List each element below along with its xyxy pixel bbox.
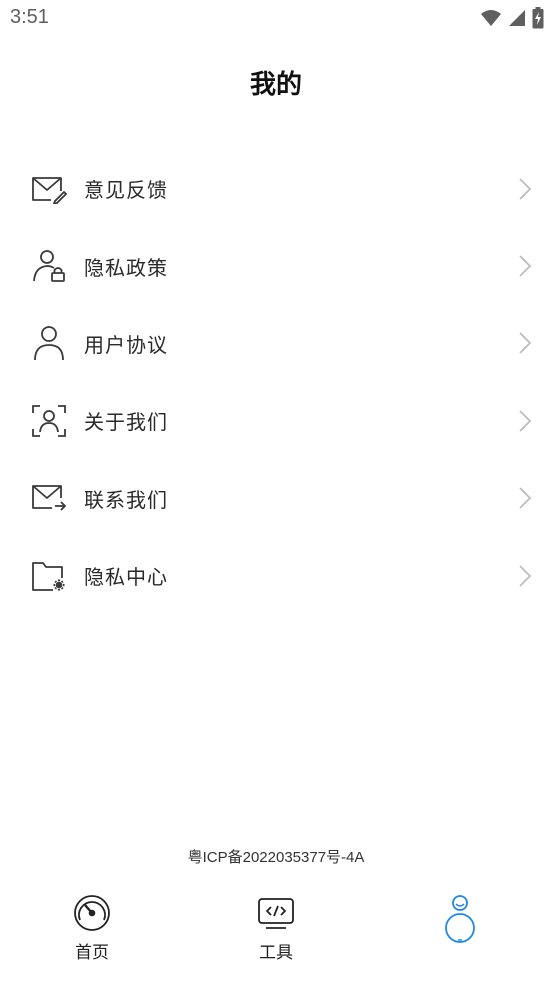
chevron-right-icon [519,410,532,432]
user-lock-icon [30,247,68,285]
tab-profile[interactable] [400,893,520,973]
battery-charging-icon [532,7,544,33]
profile-active-icon [440,893,480,949]
menu-label: 关于我们 [84,410,168,435]
menu-label: 隐私政策 [84,255,168,280]
chevron-right-icon [519,255,532,277]
menu-label: 用户协议 [84,332,168,357]
menu-item-user-agreement[interactable]: 用户协议 [0,305,552,382]
signal-icon [508,8,526,32]
chevron-right-icon [519,332,532,355]
menu-item-privacy-center[interactable]: 隐私中心 [0,537,552,614]
menu-item-feedback[interactable]: 意见反馈 [0,150,552,227]
speedometer-icon [72,893,112,933]
tab-tools[interactable]: 工具 [216,893,336,973]
status-bar: 3:51 [0,0,552,38]
status-icons [480,7,544,33]
bottom-tab-bar: 首页 工具 [0,893,552,981]
chevron-right-icon [519,565,532,587]
menu-item-about-us[interactable]: 关于我们 [0,382,552,459]
page-title: 我的 [249,70,302,100]
icp-record-text: 粤ICP备2022035377号-4A [187,849,365,866]
status-time: 3:51 [10,6,49,28]
user-scan-icon [30,402,68,440]
tab-label: 工具 [259,943,293,963]
menu-label: 意见反馈 [84,178,168,203]
tab-home[interactable]: 首页 [32,893,152,973]
menu-item-privacy-policy[interactable]: 隐私政策 [0,227,552,304]
menu-item-contact-us[interactable]: 联系我们 [0,460,552,537]
mail-edit-icon [30,170,68,208]
menu-list: 意见反馈 隐私政策 用户协议 关于我们 联系我们 隐私中心 [0,150,552,614]
chevron-right-icon [519,487,532,509]
user-icon [30,324,68,362]
menu-label: 隐私中心 [84,565,168,590]
wifi-icon [480,8,502,32]
tab-label: 首页 [75,943,109,963]
code-window-icon [256,893,296,933]
folder-settings-icon [30,557,68,595]
chevron-right-icon [519,178,532,200]
menu-label: 联系我们 [84,487,168,512]
mail-forward-icon [30,479,68,517]
